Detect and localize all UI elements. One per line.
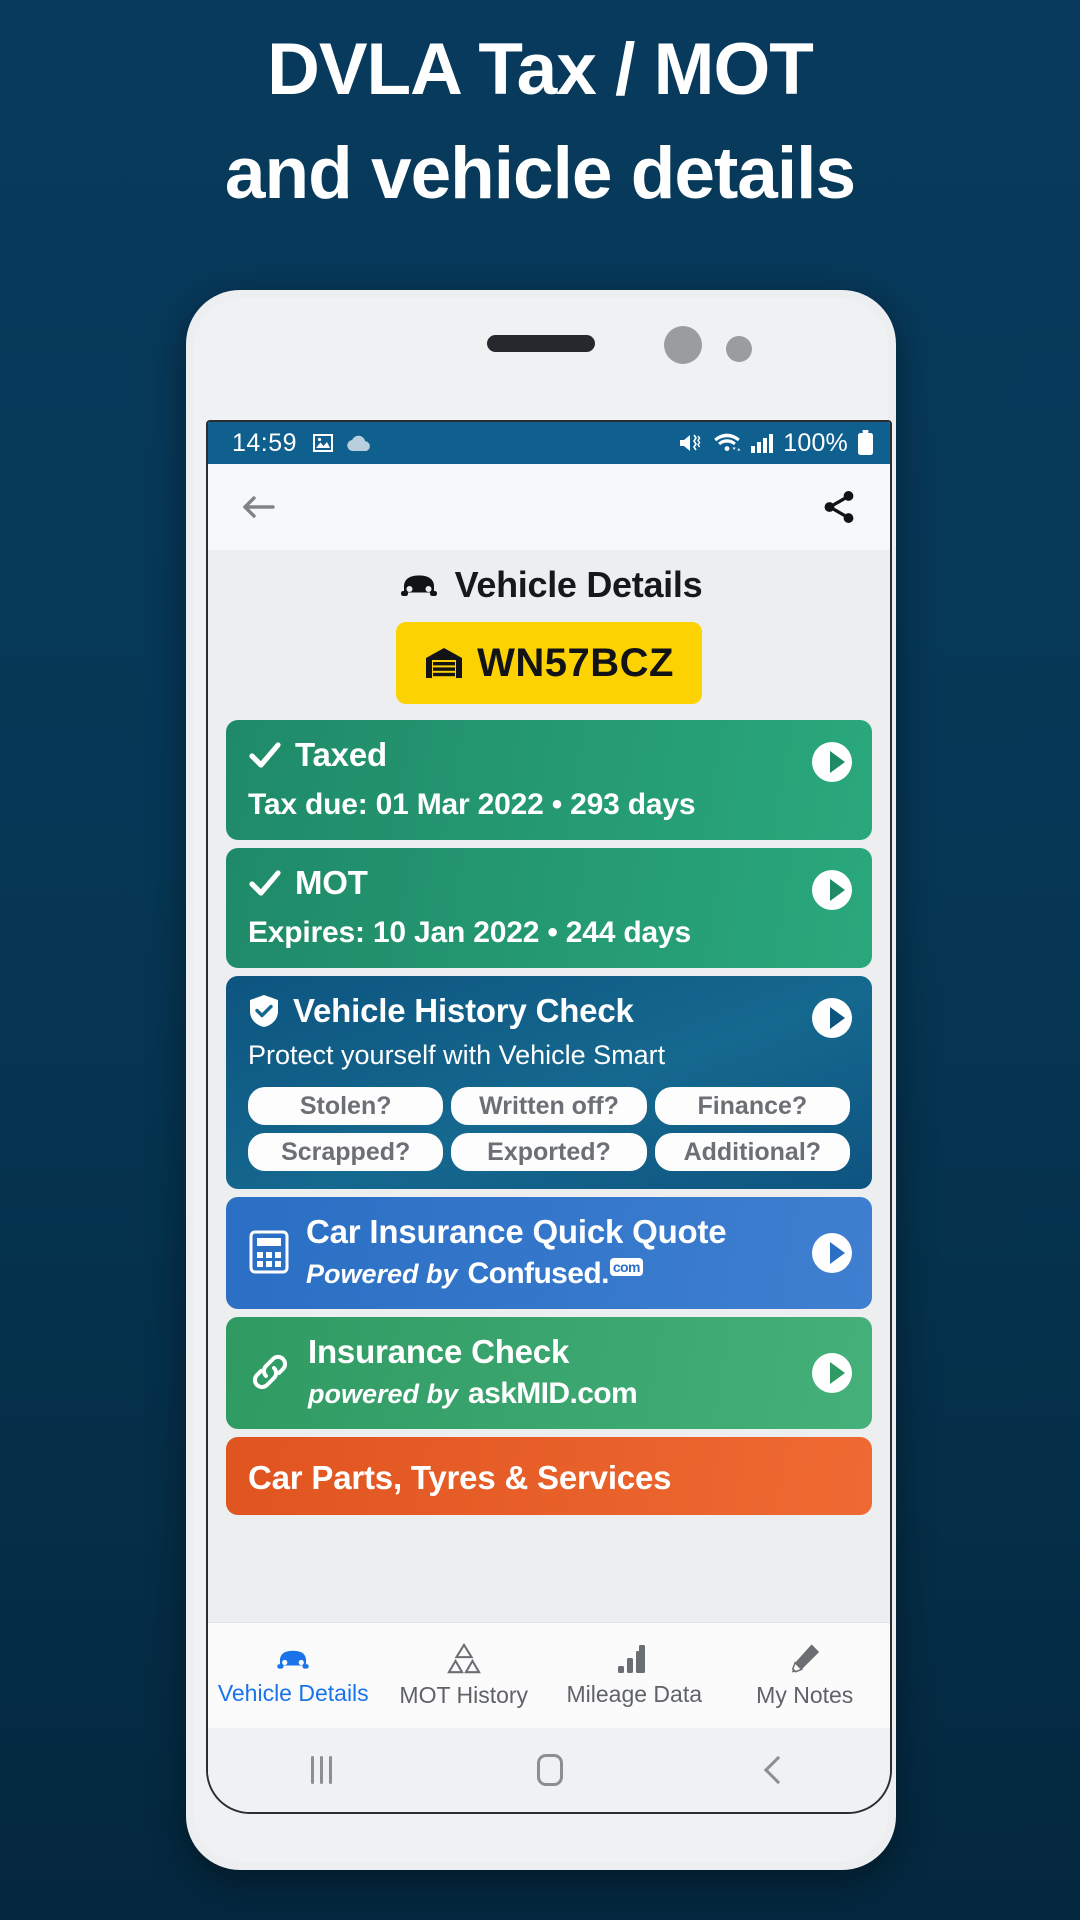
card-tax-arrow-button[interactable] xyxy=(812,742,852,782)
card-tax-title: Taxed xyxy=(295,736,387,773)
pill-stolen[interactable]: Stolen? xyxy=(248,1087,444,1125)
card-history-title: Vehicle History Check xyxy=(293,992,634,1029)
tab-mot-history-label: MOT History xyxy=(399,1681,529,1708)
chevron-right-icon xyxy=(830,1362,845,1384)
chevron-right-icon xyxy=(830,751,845,773)
registration-plate[interactable]: WN57BCZ xyxy=(396,622,702,704)
link-icon xyxy=(252,1354,288,1390)
confused-brand: Confused. com xyxy=(468,1257,643,1291)
card-car-insurance-quote[interactable]: Car Insurance Quick Quote Powered by Con… xyxy=(226,1197,872,1309)
headline-line-2: and vehicle details xyxy=(224,132,856,214)
pill-scrapped[interactable]: Scrapped? xyxy=(248,1133,444,1171)
card-history-subtitle: Protect yourself with Vehicle Smart xyxy=(248,1040,666,1070)
home-icon[interactable] xyxy=(536,1754,563,1786)
card-vehicle-history-check[interactable]: Vehicle History Check Protect yourself w… xyxy=(226,976,872,1189)
tab-my-notes-label: My Notes xyxy=(756,1681,854,1708)
tab-vehicle-details[interactable]: Vehicle Details xyxy=(208,1645,379,1707)
askmid-brand: askMID.com xyxy=(468,1377,638,1410)
mot-triangles-icon xyxy=(446,1642,481,1673)
card-history-arrow-button[interactable] xyxy=(812,998,852,1038)
signal-bars-icon xyxy=(751,434,774,453)
headline-line-1: DVLA Tax / MOT xyxy=(267,29,814,110)
card-insurance-title: Insurance Check xyxy=(308,1333,570,1370)
powered-by-label: Powered by xyxy=(306,1258,458,1289)
wifi-icon xyxy=(714,433,741,451)
pill-written-off[interactable]: Written off? xyxy=(451,1087,647,1125)
share-button[interactable] xyxy=(820,488,858,526)
car-icon xyxy=(277,1650,309,1669)
confused-dotcom: com xyxy=(609,1258,643,1276)
phone-screen: 14:59 100% Vehicle Details WN57BCZ Taxed… xyxy=(206,420,892,1814)
card-car-parts-title: Car Parts, Tyres & Services xyxy=(248,1459,672,1496)
tab-mot-history[interactable]: MOT History xyxy=(379,1642,550,1709)
pill-additional[interactable]: Additional? xyxy=(654,1133,850,1171)
tab-my-notes[interactable]: My Notes xyxy=(720,1643,891,1709)
calculator-icon xyxy=(249,1230,289,1274)
status-system-icons: 100% xyxy=(678,429,874,458)
status-notification-icons xyxy=(311,431,372,455)
tab-mileage-data[interactable]: Mileage Data xyxy=(549,1644,720,1708)
card-mot-subtitle: Expires: 10 Jan 2022 • 244 days xyxy=(248,916,691,949)
back-arrow-icon xyxy=(243,496,275,518)
front-camera-icon xyxy=(664,326,702,364)
vehicle-details-title-text: Vehicle Details xyxy=(454,564,703,605)
cards-list[interactable]: Taxed Tax due: 01 Mar 2022 • 293 days MO… xyxy=(208,720,890,1622)
card-insurance-check[interactable]: Insurance Check powered by askMID.com xyxy=(226,1317,872,1429)
sensor-icon xyxy=(726,336,752,362)
card-quote-powered: Powered by Confused. com xyxy=(306,1257,726,1291)
shield-check-icon xyxy=(250,995,278,1027)
vehicle-header: Vehicle Details WN57BCZ xyxy=(208,550,890,720)
card-quote-arrow-button[interactable] xyxy=(812,1233,852,1273)
card-insurance-powered: powered by askMID.com xyxy=(308,1377,638,1411)
tab-mileage-data-label: Mileage Data xyxy=(566,1680,703,1707)
garage-icon xyxy=(426,648,463,678)
registration-text: WN57BCZ xyxy=(477,640,674,685)
card-tax-subtitle: Tax due: 01 Mar 2022 • 293 days xyxy=(248,788,696,821)
share-icon xyxy=(824,491,854,523)
check-icon xyxy=(249,742,281,768)
card-mot-title: MOT xyxy=(295,864,368,901)
car-icon xyxy=(400,575,437,596)
pencil-icon xyxy=(791,1643,819,1673)
recent-apps-icon[interactable] xyxy=(310,1756,332,1784)
card-mot[interactable]: MOT Expires: 10 Jan 2022 • 244 days xyxy=(226,848,872,968)
tab-vehicle-details-label: Vehicle Details xyxy=(217,1679,369,1706)
bar-chart-icon xyxy=(618,1644,646,1673)
card-insurance-arrow-button[interactable] xyxy=(812,1353,852,1393)
history-check-pills: Stolen? Written off? Finance? Scrapped? … xyxy=(248,1087,850,1171)
android-nav-bar xyxy=(208,1728,890,1812)
confused-brand-name: Confused. xyxy=(467,1257,610,1290)
status-bar: 14:59 100% xyxy=(208,422,890,464)
pill-finance[interactable]: Finance? xyxy=(654,1087,850,1125)
chevron-right-icon xyxy=(830,1007,845,1029)
image-icon xyxy=(313,434,334,452)
pill-exported[interactable]: Exported? xyxy=(451,1133,647,1171)
mute-vibrate-icon xyxy=(680,434,701,451)
vehicle-details-title: Vehicle Details xyxy=(208,564,890,606)
battery-percent: 100% xyxy=(783,428,848,457)
back-icon[interactable] xyxy=(763,1755,792,1785)
card-quote-title: Car Insurance Quick Quote xyxy=(306,1213,727,1250)
check-icon xyxy=(249,870,281,896)
chevron-right-icon xyxy=(830,879,845,901)
powered-by-label: powered by xyxy=(308,1378,459,1409)
battery-icon xyxy=(858,430,873,455)
chevron-right-icon xyxy=(830,1242,845,1264)
phone-body: 14:59 100% Vehicle Details WN57BCZ Taxed… xyxy=(194,298,892,1862)
app-bar xyxy=(208,464,890,550)
card-tax[interactable]: Taxed Tax due: 01 Mar 2022 • 293 days xyxy=(226,720,872,840)
phone-mockup: 14:59 100% Vehicle Details WN57BCZ Taxed… xyxy=(186,290,896,1870)
back-button[interactable] xyxy=(240,491,280,523)
card-mot-arrow-button[interactable] xyxy=(812,870,852,910)
cloud-icon xyxy=(347,435,370,451)
card-car-parts[interactable]: Car Parts, Tyres & Services xyxy=(226,1437,872,1515)
bottom-tab-bar: Vehicle Details MOT History Mileage Data… xyxy=(208,1622,890,1728)
phone-speaker xyxy=(487,335,595,352)
status-time: 14:59 xyxy=(232,428,298,457)
page-title: DVLA Tax / MOT and vehicle details xyxy=(0,18,1080,225)
